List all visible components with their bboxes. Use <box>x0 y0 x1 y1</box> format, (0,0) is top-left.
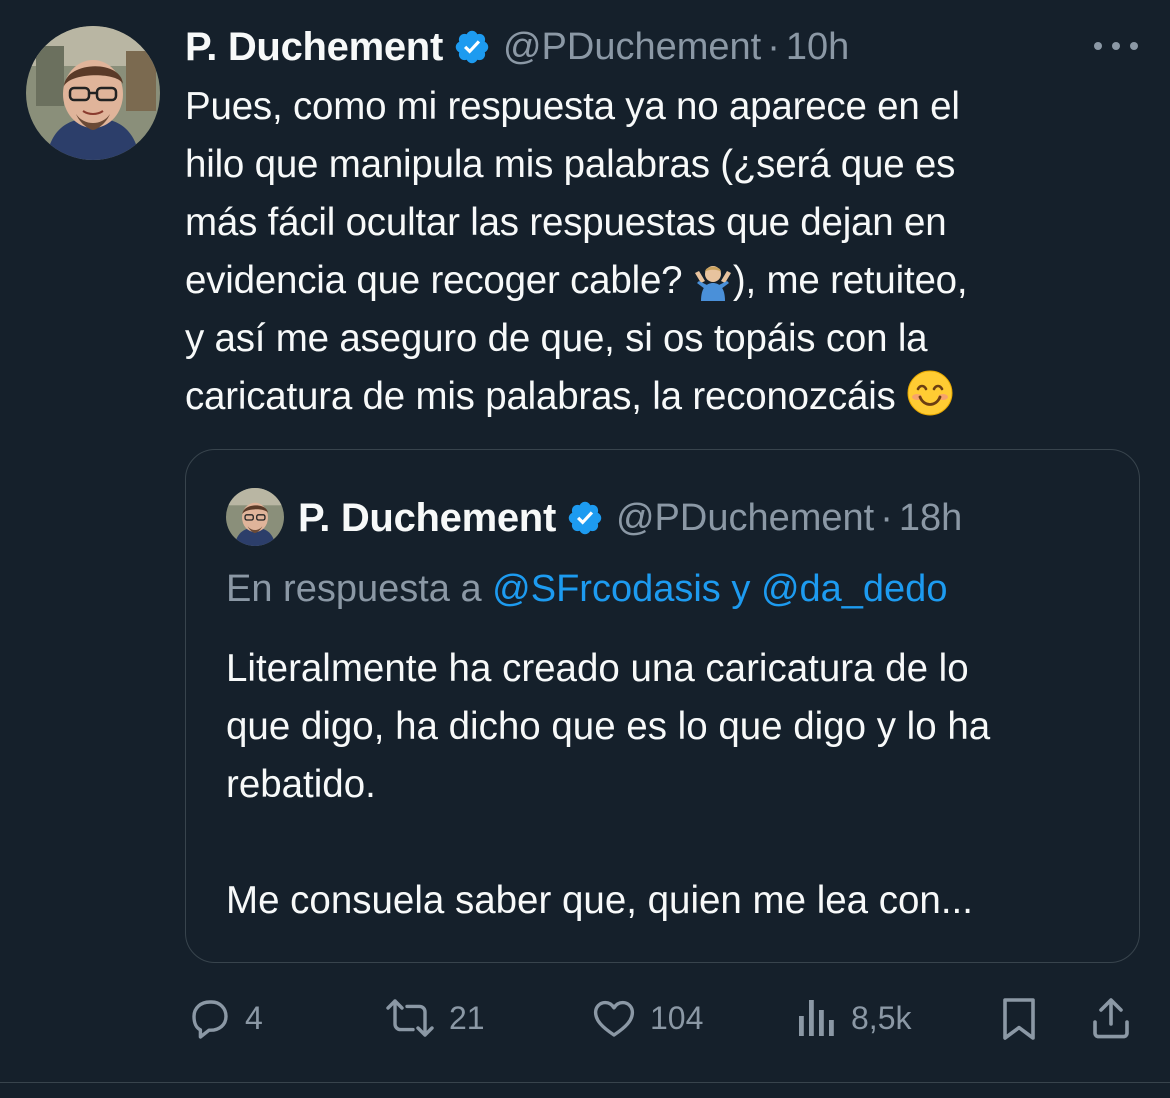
quoted-tweet-time: 18h <box>898 496 963 539</box>
tweet[interactable]: P. Duchement @PDuchement · 10h Pues, com… <box>0 0 1170 1098</box>
quoted-tweet[interactable]: P. Duchement @PDuchement · 18h En respue… <box>185 449 1140 963</box>
divider <box>0 1082 1170 1083</box>
reply-prefix: En respuesta a <box>226 568 482 610</box>
bookmark-button[interactable] <box>997 992 1041 1044</box>
tweet-text-line-emoji: evidencia que recoger cable? ), me retui… <box>185 252 1145 310</box>
separator-dot: · <box>880 496 893 539</box>
avatar-image <box>26 26 160 160</box>
views-button[interactable]: 8,5k <box>795 992 911 1044</box>
quoted-text-line <box>226 814 1126 872</box>
tweet-text-fragment: caricatura de mis palabras, la reconozcá… <box>185 375 896 418</box>
tweet-text-fragment: evidencia que recoger cable? <box>185 259 683 302</box>
quoted-text-line: que digo, ha dicho que es lo que digo y … <box>226 705 991 748</box>
quoted-author-handle: @PDuchement <box>615 496 875 539</box>
tweet-text-line: hilo que manipula mis palabras (¿será qu… <box>185 143 956 186</box>
reply-context: En respuesta a @SFrcodasis y @da_dedo <box>226 568 947 611</box>
tweet-time[interactable]: 10h <box>786 26 849 69</box>
tweet-header: P. Duchement @PDuchement · 10h <box>185 22 849 72</box>
more-options-icon[interactable] <box>1094 36 1138 56</box>
quoted-text-line: Literalmente ha creado una caricatura de… <box>226 647 969 690</box>
author-handle[interactable]: @PDuchement <box>503 26 761 69</box>
retweet-count: 21 <box>449 999 485 1036</box>
retweet-icon <box>386 999 434 1037</box>
reply-count: 4 <box>245 999 263 1036</box>
share-icon <box>1093 998 1129 1039</box>
smiling-face-emoji-icon <box>906 369 954 434</box>
verified-badge-icon <box>566 499 604 537</box>
quoted-text-line: Me consuela saber que, quien me lea con.… <box>226 879 973 922</box>
reply-icon <box>192 1000 228 1039</box>
quoted-tweet-header: P. Duchement @PDuchement · 18h <box>298 492 962 544</box>
tweet-text-line: Pues, como mi respuesta ya no aparece en… <box>185 85 960 128</box>
separator-dot: · <box>767 25 780 68</box>
share-button[interactable] <box>1089 992 1133 1044</box>
views-bar-chart-icon <box>799 1000 834 1036</box>
quoted-author-name: P. Duchement <box>298 495 556 540</box>
reply-user-link[interactable]: @da_dedo <box>761 568 948 610</box>
tweet-text-line-emoji: caricatura de mis palabras, la reconozcá… <box>185 368 1145 426</box>
views-count: 8,5k <box>851 999 912 1036</box>
tweet-text-line: más fácil ocultar las respuestas que dej… <box>185 201 947 244</box>
action-bar: 4 21 104 8,5k <box>185 992 1140 1044</box>
quoted-text-line: rebatido. <box>226 763 376 806</box>
verified-badge-icon <box>453 28 491 66</box>
like-count: 104 <box>650 999 704 1036</box>
tweet-text-fragment: ), me retuiteo, <box>732 259 968 302</box>
quoted-tweet-text: Literalmente ha creado una caricatura de… <box>226 640 1126 930</box>
bookmark-icon <box>1003 998 1035 1040</box>
reply-user-link[interactable]: @SFrcodasis <box>492 568 721 610</box>
retweet-button[interactable]: 21 <box>385 992 485 1044</box>
quoted-author-avatar <box>226 488 284 546</box>
tweet-text: Pues, como mi respuesta ya no aparece en… <box>185 78 1145 426</box>
author-name[interactable]: P. Duchement <box>185 25 443 70</box>
tweet-text-line: y así me aseguro de que, si os topáis co… <box>185 317 928 360</box>
reply-button[interactable]: 4 <box>185 992 263 1044</box>
like-button[interactable]: 104 <box>590 992 703 1044</box>
heart-icon <box>593 1000 635 1037</box>
avatar-image <box>226 488 284 546</box>
author-avatar[interactable] <box>26 26 160 160</box>
reply-conjunction: y <box>731 568 751 610</box>
